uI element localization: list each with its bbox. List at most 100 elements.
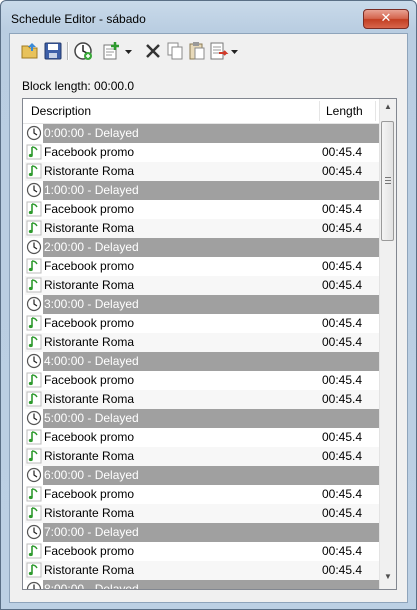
table-row[interactable]: Ristorante Roma 00:45.4	[25, 276, 379, 295]
table-row[interactable]: Ristorante Roma 00:45.4	[25, 390, 379, 409]
music-note-icon	[26, 562, 42, 578]
table-row[interactable]: Facebook promo 00:45.4	[25, 314, 379, 333]
row-description: Ristorante Roma	[44, 563, 135, 577]
row-description: Facebook promo	[44, 202, 135, 216]
table-row[interactable]: Ristorante Roma 00:45.4	[25, 162, 379, 181]
clock-icon	[26, 581, 42, 589]
table-row[interactable]: Facebook promo 00:45.4	[25, 257, 379, 276]
row-length: 00:45.4	[322, 202, 363, 216]
music-note-icon	[26, 334, 42, 350]
row-description: Facebook promo	[44, 544, 135, 558]
row-description: Facebook promo	[44, 487, 135, 501]
music-note-icon	[26, 144, 42, 160]
hour-block-row[interactable]: 8:00:00 - Delayed	[26, 580, 379, 590]
hour-block-row[interactable]: 3:00:00 - Delayed	[26, 295, 379, 314]
column-divider[interactable]	[319, 101, 320, 121]
row-description: 0:00:00 - Delayed	[44, 126, 139, 140]
table-row[interactable]: Ristorante Roma 00:45.4	[25, 561, 379, 580]
row-length: 00:45.4	[322, 335, 363, 349]
column-header-description[interactable]: Description	[31, 104, 91, 118]
vertical-scrollbar[interactable]: ▲ ▼	[379, 99, 396, 589]
row-description: Ristorante Roma	[44, 449, 135, 463]
row-description: Ristorante Roma	[44, 164, 135, 178]
music-note-icon	[26, 372, 42, 388]
scroll-up-arrow-icon[interactable]: ▲	[382, 102, 394, 116]
clock-icon	[26, 410, 42, 426]
scroll-down-arrow-icon[interactable]: ▼	[382, 572, 394, 586]
list-header: Description Length	[23, 99, 379, 124]
clock-icon	[26, 467, 42, 483]
table-row[interactable]: Ristorante Roma 00:45.4	[25, 447, 379, 466]
row-length: 00:45.4	[322, 259, 363, 273]
row-description: 4:00:00 - Delayed	[44, 354, 139, 368]
row-description: 8:00:00 - Delayed	[44, 582, 139, 590]
music-note-icon	[26, 429, 42, 445]
delete-icon[interactable]	[143, 41, 163, 61]
close-button[interactable]: ✕	[363, 9, 409, 29]
clock-icon	[26, 296, 42, 312]
table-row[interactable]: Facebook promo 00:45.4	[25, 143, 379, 162]
music-note-icon	[26, 505, 42, 521]
music-note-icon	[26, 448, 42, 464]
row-description: 6:00:00 - Delayed	[44, 468, 139, 482]
row-description: Facebook promo	[44, 316, 135, 330]
hour-block-row[interactable]: 0:00:00 - Delayed	[26, 124, 379, 143]
music-note-icon	[26, 391, 42, 407]
client-area: Block length: 00:00.0 Description Length…	[9, 33, 408, 603]
row-description: Facebook promo	[44, 145, 135, 159]
row-description: Ristorante Roma	[44, 506, 135, 520]
row-description: Ristorante Roma	[44, 335, 135, 349]
row-length: 00:45.4	[322, 221, 363, 235]
clock-icon	[26, 524, 42, 540]
table-row[interactable]: Facebook promo 00:45.4	[25, 542, 379, 561]
close-icon: ✕	[380, 11, 392, 26]
window-title: Schedule Editor - sábado	[11, 12, 146, 26]
row-description: Ristorante Roma	[44, 392, 135, 406]
add-item-dropdown-icon[interactable]	[124, 41, 134, 61]
row-length: 00:45.4	[322, 506, 363, 520]
table-row[interactable]: Ristorante Roma 00:45.4	[25, 504, 379, 523]
export-icon[interactable]	[209, 41, 229, 61]
hour-block-row[interactable]: 1:00:00 - Delayed	[26, 181, 379, 200]
table-row[interactable]: Facebook promo 00:45.4	[25, 200, 379, 219]
add-item-icon[interactable]	[101, 41, 121, 61]
title-bar[interactable]: Schedule Editor - sábado ✕	[1, 1, 416, 33]
scroll-thumb[interactable]	[381, 121, 394, 241]
hour-block-row[interactable]: 5:00:00 - Delayed	[26, 409, 379, 428]
clock-icon	[26, 239, 42, 255]
row-description: Facebook promo	[44, 259, 135, 273]
column-divider[interactable]	[375, 101, 376, 121]
export-dropdown-icon[interactable]	[230, 41, 240, 61]
hour-block-row[interactable]: 4:00:00 - Delayed	[26, 352, 379, 371]
add-hour-icon[interactable]	[73, 41, 93, 61]
table-row[interactable]: Facebook promo 00:45.4	[25, 371, 379, 390]
row-description: 2:00:00 - Delayed	[44, 240, 139, 254]
row-description: Facebook promo	[44, 373, 135, 387]
music-note-icon	[26, 220, 42, 236]
list-rows: 0:00:00 - Delayed Facebook promo 00:45.4 Ri…	[25, 124, 379, 590]
row-length: 00:45.4	[322, 278, 363, 292]
music-note-icon	[26, 486, 42, 502]
copy-icon[interactable]	[165, 41, 185, 61]
hour-block-row[interactable]: 2:00:00 - Delayed	[26, 238, 379, 257]
row-length: 00:45.4	[322, 430, 363, 444]
open-icon[interactable]	[20, 41, 40, 61]
toolbar	[10, 34, 407, 68]
music-note-icon	[26, 543, 42, 559]
paste-icon[interactable]	[187, 41, 207, 61]
row-length: 00:45.4	[322, 145, 363, 159]
table-row[interactable]: Facebook promo 00:45.4	[25, 428, 379, 447]
row-description: Ristorante Roma	[44, 278, 135, 292]
table-row[interactable]: Ristorante Roma 00:45.4	[25, 333, 379, 352]
save-icon[interactable]	[43, 41, 63, 61]
hour-block-row[interactable]: 6:00:00 - Delayed	[26, 466, 379, 485]
table-row[interactable]: Ristorante Roma 00:45.4	[25, 219, 379, 238]
row-length: 00:45.4	[322, 164, 363, 178]
table-row[interactable]: Facebook promo 00:45.4	[25, 485, 379, 504]
row-description: Ristorante Roma	[44, 221, 135, 235]
hour-block-row[interactable]: 7:00:00 - Delayed	[26, 523, 379, 542]
music-note-icon	[26, 277, 42, 293]
music-note-icon	[26, 201, 42, 217]
column-header-length[interactable]: Length	[326, 104, 363, 118]
schedule-list[interactable]: Description Length 0:00:00 - Delayed Face…	[22, 98, 397, 590]
